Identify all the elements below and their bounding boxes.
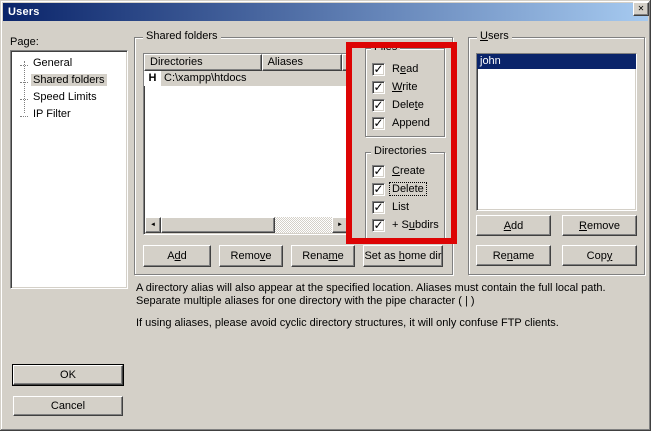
window-title: Users <box>8 6 40 18</box>
list-checkbox[interactable]: ✓ <box>372 201 385 214</box>
table-header: Directories Aliases <box>144 54 349 71</box>
copy-user-button[interactable]: Copy <box>562 245 637 266</box>
add-user-button[interactable]: Add <box>476 215 551 236</box>
rename-folder-button[interactable]: Rename <box>291 245 355 267</box>
delete-file-checkbox-row: ✓ Delete <box>372 98 426 112</box>
checkmark-icon: ✓ <box>373 202 383 212</box>
home-marker: H <box>144 71 161 86</box>
tree-connector <box>20 96 28 100</box>
directories-group-label: Directories <box>371 145 430 158</box>
delete-file-checkbox-label: Delete <box>390 99 426 111</box>
append-checkbox-row: ✓ Append <box>372 116 432 130</box>
alias-note: A directory alias will also appear at th… <box>136 282 606 308</box>
page-item-general[interactable]: General <box>11 55 127 72</box>
column-header-filler <box>342 54 349 71</box>
tree-connector <box>20 62 28 66</box>
scroll-left-button[interactable]: ◄ <box>145 217 161 233</box>
rename-user-button[interactable]: Rename <box>476 245 551 266</box>
tree-connector <box>20 79 28 83</box>
page-list: General Shared folders Speed Limits IP F… <box>10 50 128 289</box>
read-checkbox[interactable]: ✓ <box>372 63 385 76</box>
write-checkbox-label: Write <box>390 81 419 93</box>
checkmark-icon: ✓ <box>373 118 383 128</box>
page-item-ip-filter[interactable]: IP Filter <box>11 106 127 123</box>
page-label: Page: <box>10 36 39 48</box>
checkmark-icon: ✓ <box>373 166 383 176</box>
scroll-left-icon: ◄ <box>150 222 156 228</box>
delete-dir-checkbox-row: ✓ Delete <box>372 182 426 196</box>
delete-dir-checkbox-label: Delete <box>390 183 426 195</box>
title-bar[interactable]: Users <box>3 3 648 21</box>
append-checkbox[interactable]: ✓ <box>372 117 385 130</box>
column-header-aliases[interactable]: Aliases <box>262 54 342 71</box>
delete-dir-checkbox[interactable]: ✓ <box>372 183 385 196</box>
create-checkbox-label: Create <box>390 165 427 177</box>
write-checkbox-row: ✓ Write <box>372 80 419 94</box>
page-item-speed-limits[interactable]: Speed Limits <box>11 89 127 106</box>
subdirs-checkbox[interactable]: ✓ <box>372 219 385 232</box>
ok-button[interactable]: OK <box>13 365 123 385</box>
checkmark-icon: ✓ <box>373 64 383 74</box>
users-group-label: Users <box>477 30 512 43</box>
remove-folder-button[interactable]: Remove <box>219 245 283 267</box>
close-icon: ✕ <box>638 5 645 13</box>
add-folder-button[interactable]: Add <box>143 245 211 267</box>
scrollbar-thumb[interactable] <box>161 217 275 233</box>
table-row[interactable]: H C:\xampp\htdocs <box>144 71 349 86</box>
list-checkbox-row: ✓ List <box>372 200 411 214</box>
subdirs-checkbox-label: + Subdirs <box>390 219 441 231</box>
subdirs-checkbox-row: ✓ + Subdirs <box>372 218 441 232</box>
shared-folders-group-label: Shared folders <box>143 30 221 43</box>
directories-table: Directories Aliases H C:\xampp\htdocs ◄ … <box>143 53 350 235</box>
read-checkbox-label: Read <box>390 63 420 75</box>
cancel-button[interactable]: Cancel <box>13 396 123 416</box>
create-checkbox[interactable]: ✓ <box>372 165 385 178</box>
horizontal-scrollbar[interactable]: ◄ ► <box>145 217 348 233</box>
checkmark-icon: ✓ <box>373 82 383 92</box>
page-item-shared-folders[interactable]: Shared folders <box>11 72 127 89</box>
user-list-item[interactable]: john <box>477 54 636 69</box>
scrollbar-track[interactable] <box>275 217 332 233</box>
write-checkbox[interactable]: ✓ <box>372 81 385 94</box>
scroll-right-button[interactable]: ► <box>332 217 348 233</box>
column-header-directories[interactable]: Directories <box>144 54 262 71</box>
set-as-home-dir-button[interactable]: Set as home dir <box>363 245 443 267</box>
scroll-right-icon: ► <box>337 222 343 228</box>
delete-file-checkbox[interactable]: ✓ <box>372 99 385 112</box>
read-checkbox-row: ✓ Read <box>372 62 420 76</box>
append-checkbox-label: Append <box>390 117 432 129</box>
files-group-label: Files <box>371 41 400 54</box>
checkmark-icon: ✓ <box>373 184 383 194</box>
users-list: john <box>476 53 637 211</box>
checkmark-icon: ✓ <box>373 220 383 230</box>
cyclic-note: If using aliases, please avoid cyclic di… <box>136 317 606 330</box>
list-checkbox-label: List <box>390 201 411 213</box>
create-checkbox-row: ✓ Create <box>372 164 427 178</box>
users-dialog: Users ✕ Page: General Shared folders Spe… <box>0 0 651 431</box>
directory-cell: C:\xampp\htdocs <box>161 71 349 86</box>
tree-connector <box>20 113 28 117</box>
close-button[interactable]: ✕ <box>633 2 649 16</box>
remove-user-button[interactable]: Remove <box>562 215 637 236</box>
checkmark-icon: ✓ <box>373 100 383 110</box>
